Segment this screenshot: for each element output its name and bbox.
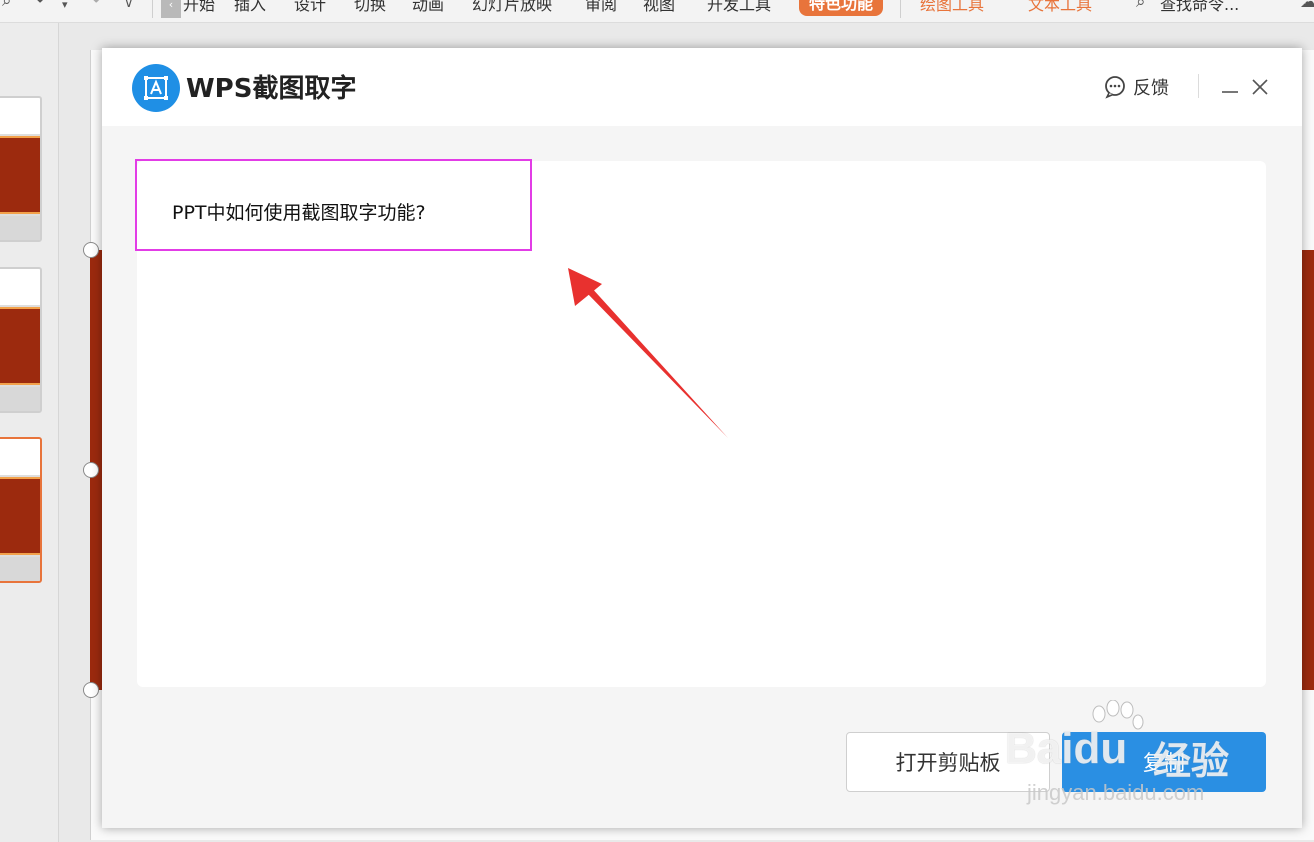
ocr-app-logo-icon — [132, 64, 180, 112]
ribbon-scroll-left-button[interactable]: ‹ — [161, 0, 181, 18]
ribbon-bar: ⌕ ↶ ▾ ↷ ∨ ‹ 开始 插入 设计 切换 动画 幻灯片放映 审阅 视图 开… — [0, 0, 1314, 23]
chat-bubble-icon — [1105, 76, 1125, 99]
screenshot-ocr-dialog: WPS截图取字 反馈 PPT中如何使用截图取字功能? 打开剪贴板 复制 — [102, 48, 1302, 828]
feedback-label: 反馈 — [1133, 78, 1169, 99]
dialog-header: WPS截图取字 反馈 — [102, 48, 1302, 126]
undo-icon[interactable]: ↶ — [36, 0, 50, 11]
search-icon: ⌕ — [1136, 0, 1146, 12]
quick-access-dropdown-icon[interactable]: ∨ — [124, 0, 134, 11]
resize-handle[interactable] — [83, 682, 99, 698]
close-icon — [1252, 79, 1268, 95]
tab-slideshow[interactable]: 幻灯片放映 — [472, 0, 552, 15]
tab-design[interactable]: 设计 — [294, 0, 326, 15]
close-button[interactable] — [1249, 76, 1271, 98]
copy-button[interactable]: 复制 — [1062, 732, 1266, 792]
search-doc-icon[interactable]: ⌕ — [2, 0, 12, 11]
feedback-button[interactable]: 反馈 — [1103, 74, 1169, 100]
slide-thumbnail-panel — [0, 23, 59, 842]
dialog-title: WPS截图取字 — [186, 74, 357, 104]
redo-icon[interactable]: ↷ — [86, 0, 100, 11]
tab-animation[interactable]: 动画 — [412, 0, 444, 15]
tab-home[interactable]: 开始 — [183, 0, 215, 15]
tab-text-tools[interactable]: 文本工具 — [1028, 0, 1092, 15]
tab-drawing-tools[interactable]: 绘图工具 — [920, 0, 984, 15]
header-separator — [1198, 74, 1199, 98]
slide-thumbnail-active[interactable] — [0, 437, 42, 583]
tab-view[interactable]: 视图 — [643, 0, 675, 15]
undo-dropdown-icon[interactable]: ▾ — [62, 0, 68, 11]
resize-handle[interactable] — [83, 242, 99, 258]
minimize-button[interactable] — [1219, 76, 1241, 98]
command-search[interactable]: 查找命令... — [1160, 0, 1239, 15]
cloud-icon[interactable]: ☁ — [1300, 0, 1314, 12]
open-clipboard-button[interactable]: 打开剪贴板 — [846, 732, 1050, 792]
ocr-result-text[interactable]: PPT中如何使用截图取字功能? — [172, 198, 426, 225]
slide-thumbnail[interactable] — [0, 96, 42, 242]
minimize-icon — [1222, 91, 1238, 93]
tab-developer[interactable]: 开发工具 — [707, 0, 771, 15]
resize-handle[interactable] — [83, 462, 99, 478]
tab-transitions[interactable]: 切换 — [354, 0, 386, 15]
ribbon-separator — [152, 0, 153, 18]
tab-insert[interactable]: 插入 — [234, 0, 266, 15]
tab-special-features[interactable]: 特色功能 — [799, 0, 884, 16]
tab-review[interactable]: 审阅 — [585, 0, 617, 15]
slide-thumbnail[interactable] — [0, 267, 42, 413]
ribbon-separator — [900, 0, 901, 18]
